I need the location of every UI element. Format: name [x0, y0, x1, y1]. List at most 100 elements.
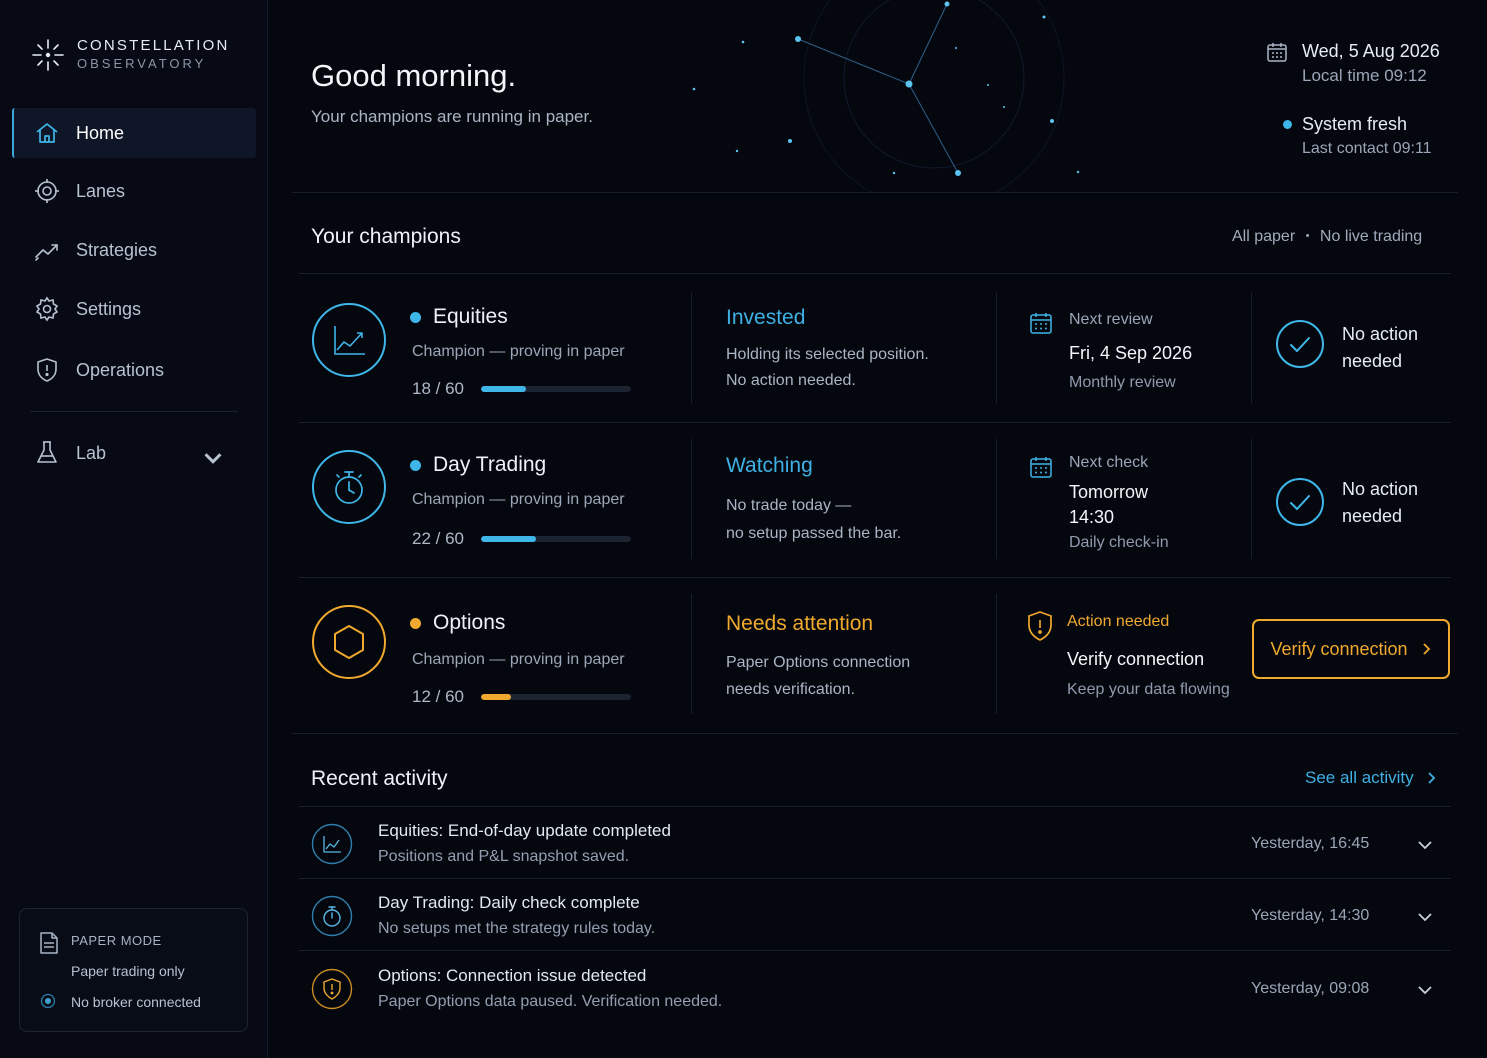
- review-label: Next review: [1069, 311, 1153, 328]
- last-contact: Last contact 09:11: [1302, 140, 1432, 157]
- action-needed-label: Action needed: [1067, 613, 1170, 630]
- progress-bar: [481, 694, 631, 700]
- progress-bar: [481, 536, 631, 542]
- sidebar-item-label: Settings: [76, 298, 142, 319]
- status-line: needs verification.: [726, 681, 855, 698]
- champion-row-day-trading[interactable]: Day Trading Champion — proving in paper …: [299, 423, 1451, 577]
- sidebar-item-home[interactable]: Home: [12, 108, 256, 158]
- divider: [996, 594, 997, 714]
- sidebar-item-strategies[interactable]: Strategies: [12, 225, 256, 275]
- status-line: Holding its selected position.: [726, 346, 929, 363]
- sidebar-item-operations[interactable]: Operations: [12, 345, 256, 395]
- activity-subtitle: Paper Options data paused. Verification …: [378, 993, 723, 1010]
- check-circle-icon: [1276, 320, 1324, 368]
- divider: [299, 950, 1451, 951]
- champion-name: Day Trading: [433, 453, 547, 476]
- review-time: 14:30: [1069, 507, 1115, 527]
- champion-subtitle: Champion — proving in paper: [412, 343, 625, 360]
- link-label: See all activity: [1305, 768, 1414, 787]
- chevron-down-icon[interactable]: [1416, 836, 1434, 854]
- champions-meta: All paper • No live trading: [1232, 228, 1422, 246]
- chart-icon: [312, 303, 386, 377]
- activity-time: Yesterday, 14:30: [1251, 907, 1370, 924]
- champion-name: Options: [433, 611, 506, 634]
- champion-row-options[interactable]: Options Champion — proving in paper 12 /…: [299, 578, 1451, 733]
- trend-icon: [35, 244, 58, 261]
- shield-icon: [37, 358, 57, 382]
- verify-connection-button[interactable]: Verify connection: [1252, 619, 1450, 679]
- status-title: Needs attention: [726, 612, 874, 635]
- action-status: No action: [1342, 479, 1419, 499]
- calendar-icon: [1030, 457, 1052, 478]
- divider: [996, 292, 997, 404]
- chevron-right-icon: [1428, 772, 1435, 784]
- status-line: Paper Options connection: [726, 654, 911, 671]
- status-dot-icon: [410, 618, 421, 629]
- constellation-illustration: [692, 0, 1080, 192]
- activity-row[interactable]: Equities: End-of-day update completed Po…: [299, 807, 1451, 879]
- status-line: No trade today —: [726, 497, 852, 514]
- flask-icon: [37, 441, 57, 463]
- activity-row[interactable]: Options: Connection issue detected Paper…: [299, 952, 1451, 1024]
- champion-subtitle: Champion — proving in paper: [412, 651, 625, 668]
- stopwatch-icon: [311, 895, 353, 937]
- activity-title: Options: Connection issue detected: [378, 966, 647, 985]
- progress-text: 18 / 60: [412, 379, 464, 398]
- divider: [691, 594, 692, 714]
- champion-subtitle: Champion — proving in paper: [412, 491, 625, 508]
- chevron-down-icon[interactable]: [1416, 908, 1434, 926]
- activity-subtitle: Positions and P&L snapshot saved.: [378, 848, 630, 865]
- brand[interactable]: CONSTELLATION OBSERVATORY: [30, 36, 230, 73]
- activity-row[interactable]: Day Trading: Daily check complete No set…: [299, 879, 1451, 951]
- review-subtitle: Daily check-in: [1069, 534, 1169, 551]
- sidebar-item-label: Home: [76, 122, 125, 143]
- action-status: needed: [1342, 506, 1403, 526]
- progress-fill: [481, 694, 511, 700]
- review-label: Next check: [1069, 454, 1149, 471]
- activity-time: Yesterday, 09:08: [1251, 980, 1370, 997]
- sidebar-item-lanes[interactable]: Lanes: [12, 166, 256, 216]
- brand-subtitle: OBSERVATORY: [77, 56, 207, 71]
- divider: [691, 439, 692, 559]
- broker-status-icon: [40, 993, 56, 1009]
- champion-row-equities[interactable]: Equities Champion — proving in paper 18 …: [299, 274, 1451, 422]
- system-status-dot-icon: [1283, 120, 1292, 129]
- broker-status: No broker connected: [71, 994, 201, 1010]
- paper-mode-title: PAPER MODE: [71, 933, 162, 948]
- hexagon-icon: [312, 605, 386, 679]
- meta-separator: •: [1305, 230, 1310, 242]
- sidebar-item-label: Lanes: [76, 180, 126, 201]
- champions-title: Your champions: [311, 225, 461, 248]
- action-status: No action: [1342, 324, 1419, 344]
- action-status: needed: [1342, 351, 1403, 371]
- sidebar-item-settings[interactable]: Settings: [12, 284, 256, 334]
- page-subtitle: Your champions are running in paper.: [311, 107, 593, 126]
- stopwatch-icon: [312, 450, 386, 524]
- status-dot-icon: [410, 312, 421, 323]
- home-icon: [36, 123, 58, 143]
- calendar-icon: [1267, 43, 1287, 62]
- progress-text: 12 / 60: [412, 687, 464, 706]
- chevron-right-icon: [1422, 643, 1430, 655]
- status-title: Invested: [726, 306, 806, 329]
- nav-divider: [30, 411, 238, 412]
- button-label: Verify connection: [1270, 638, 1408, 659]
- page-header: Good morning. Your champions are running…: [292, 0, 1458, 193]
- activity-title: Equities: End-of-day update completed: [378, 821, 671, 840]
- chevron-down-icon[interactable]: [200, 445, 226, 471]
- chevron-down-icon[interactable]: [1416, 981, 1434, 999]
- champion-name: Equities: [433, 305, 508, 328]
- see-all-activity-link[interactable]: See all activity: [1305, 768, 1436, 788]
- check-circle-icon: [1276, 478, 1324, 526]
- system-status: System fresh: [1302, 114, 1408, 134]
- progress-fill: [481, 386, 526, 392]
- sidebar-item-label: Lab: [76, 442, 107, 463]
- divider: [996, 439, 997, 559]
- document-icon: [40, 932, 58, 954]
- progress-fill: [481, 536, 537, 542]
- paper-mode-panel: PAPER MODE Paper trading only No broker …: [19, 908, 248, 1032]
- sidebar: CONSTELLATION OBSERVATORY Home Lanes Str…: [0, 0, 268, 1058]
- chart-icon: [311, 823, 353, 865]
- sidebar-item-lab[interactable]: Lab: [12, 428, 256, 478]
- activity-subtitle: No setups met the strategy rules today.: [378, 920, 656, 937]
